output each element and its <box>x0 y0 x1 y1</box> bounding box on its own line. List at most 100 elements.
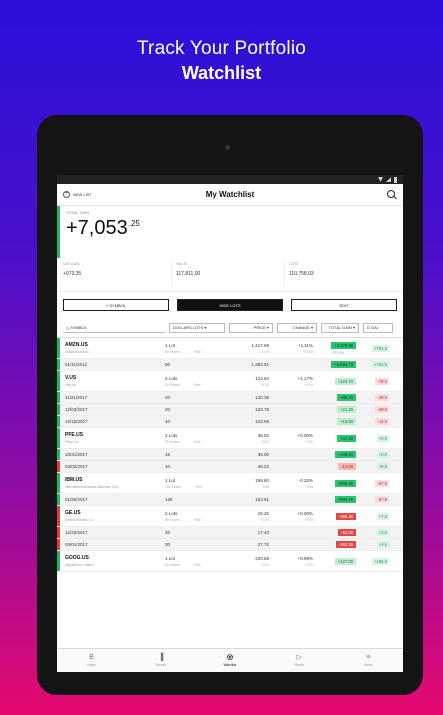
nav-item-menu[interactable]: ≡ Menu <box>334 649 403 672</box>
sort-day-gain-header[interactable]: D GAI <box>363 322 393 333</box>
edit-button[interactable]: EDIT <box>291 299 397 311</box>
shares-count: 25 Shares <box>165 439 180 444</box>
search-icon[interactable] <box>387 189 397 200</box>
nav-item-home[interactable]: B Home <box>57 649 126 672</box>
new-list-button[interactable]: + NEW LIST <box>63 191 92 198</box>
price-value: 124.64 <box>255 375 269 381</box>
shares-count: 50 Shares <box>165 382 180 387</box>
stat-cost: COST 110,758.03 <box>284 262 397 287</box>
nav-item-watchlist[interactable]: ◎ Watchlist <box>195 649 264 672</box>
camera-dot <box>225 145 230 150</box>
nav-label: Home <box>87 663 96 667</box>
day-gain-cell: -78.0 <box>359 377 389 385</box>
lot-row[interactable]: 01/11/2012 50 1,284.91 +6,638.73 +781.5 <box>57 359 403 371</box>
total-gain-wrap: -295.26 <box>335 512 356 520</box>
lot-cost: 123.78 <box>255 407 269 412</box>
lots-sub: 50 Shares Price <box>165 563 225 567</box>
total-gain-cell: +47.40 <box>317 434 359 442</box>
lots-sub: 50 Shares Price <box>165 518 225 522</box>
trend-bar <box>57 392 60 403</box>
price-value: 220.68 <box>255 555 269 561</box>
change-value: +0.99% <box>297 555 313 561</box>
ticker-symbol[interactable]: V.US <box>65 375 165 381</box>
lot-row[interactable]: 12/03/2017 20 123.78 +21.20 -29.0 <box>57 404 403 416</box>
price-value: 1,417.68 <box>251 342 269 348</box>
day-gain-value: +7.5 <box>376 512 389 520</box>
lot-gain-cell: -12.00 <box>317 463 359 470</box>
day-gain-value: -29.0 <box>375 406 389 413</box>
lot-row[interactable]: 10/31/2017 15 35.00 +109.40 +0.0 <box>57 449 403 461</box>
ticker-symbol[interactable]: GOOG.US <box>65 555 165 561</box>
status-bar <box>57 175 403 184</box>
change-sub: +2.21 <box>304 562 313 567</box>
day-gain-cell: +0.0 <box>359 434 389 442</box>
nav-item-media[interactable]: ▷ Media <box>265 649 334 672</box>
holding-row[interactable]: GE.US General Electric Co 2 Lots 50 Shares P… <box>57 506 403 527</box>
trend-bar <box>57 527 60 538</box>
lot-date: 12/03/2017 <box>65 407 88 412</box>
lot-cost: 163.91 <box>255 497 269 502</box>
lot-row[interactable]: 01/26/2017 125 163.91 +586.25 -67.5 <box>57 494 403 506</box>
sort-total-gain-header[interactable]: TOTAL GAIN ▾ <box>321 322 359 333</box>
holding-row[interactable]: V.US Visa Inc 3 Lots 50 Shares Price 124.64 +1… <box>57 371 403 392</box>
change-value: -0.32% <box>298 477 313 483</box>
lot-quantity: 20 <box>165 395 171 400</box>
total-gain-wrap: +696.25 <box>334 479 356 487</box>
ticker-symbol[interactable]: GE.US <box>65 510 165 516</box>
total-gain-cell: +696.25 <box>317 479 359 487</box>
sort-symbol-header[interactable]: △ SYMBOL <box>63 323 165 333</box>
stat-label: COST <box>289 262 299 266</box>
menu-icon: ≡ <box>366 654 371 661</box>
nav-item-sectors[interactable]: ▐ Sectors <box>126 649 195 672</box>
holding-row[interactable]: AMZN.US Amazon.com Inc 1 Lot 50 Shares Price… <box>57 338 403 359</box>
hide-lots-button[interactable]: HIDE LOTS <box>177 299 283 311</box>
lot-quantity: 125 <box>165 497 173 502</box>
stat-value: +973.35 <box>63 271 82 277</box>
lot-row[interactable]: 12/16/2017 10 122.95 +16.90 -14.5 <box>57 416 403 428</box>
total-gain-summary: TOTAL GAIN +7,053 .25 <box>57 206 403 258</box>
sort-change-header[interactable]: CHANGE ▾ <box>277 322 317 333</box>
wifi-icon <box>378 177 383 182</box>
symbol-cell: GOOG.US Alphabet Inc Class C <box>57 555 165 567</box>
battery-icon <box>394 176 397 183</box>
total-gain-chip: -295.26 <box>335 512 356 520</box>
lot-gain-chip: +21.20 <box>337 406 356 413</box>
lot-row[interactable]: 03/01/2017 30 27.72 -342.25 +4.5 <box>57 539 403 551</box>
price-cell: 16.26 +0.00 <box>225 511 273 522</box>
total-gain-whole: +7,053 <box>66 217 128 239</box>
change-cell: +1.11% +15.60 <box>273 343 317 354</box>
lots-cell: 1 Lot 125 Shares Price <box>165 478 225 489</box>
ticker-symbol[interactable]: AMZN.US <box>65 342 165 348</box>
price-caption: Price <box>193 349 201 354</box>
change-cell: +0.00% +0.00 <box>273 511 317 522</box>
signal-icon <box>386 177 391 182</box>
ticker-symbol[interactable]: IBM.US <box>65 477 165 483</box>
day-gain-cell: +155.6 <box>359 557 389 565</box>
lot-row[interactable]: 03/02/2017 10 40.22 -12.00 +0.0 <box>57 461 403 473</box>
holding-row[interactable]: IBM.US International Business Machines Co… <box>57 473 403 494</box>
lot-date: 01/26/2017 <box>65 497 88 502</box>
price-value: 168.60 <box>255 477 269 483</box>
sort-lots-header[interactable]: DOLLARS LOTS ▾ <box>169 322 225 333</box>
new-list-label: NEW LIST <box>73 192 92 197</box>
lot-row[interactable]: 12/20/2017 20 17.43 -53.00 +3.0 <box>57 527 403 539</box>
home-icon: B <box>89 654 94 661</box>
media-icon: ▷ <box>296 654 302 661</box>
lot-quantity: 10 <box>165 464 171 469</box>
day-gain-cell: +7.5 <box>359 512 389 520</box>
promo-heading: Track Your Portfolio Watchlist <box>0 38 443 84</box>
add-symbol-button[interactable]: + SYMBOL <box>63 299 169 311</box>
holding-row[interactable]: PFE.US Pfizer Inc 2 Lots 25 Shares Price 36.0… <box>57 428 403 449</box>
lots-count: 2 Lots <box>165 510 178 516</box>
lot-date: 01/11/2012 <box>65 362 88 367</box>
lot-date: 12/16/2017 <box>65 419 88 424</box>
price-sub: +1.91 <box>260 382 269 387</box>
ticker-symbol[interactable]: PFE.US <box>65 432 165 438</box>
lot-row[interactable]: 11/21/2017 20 120.38 +85.20 -29.0 <box>57 392 403 404</box>
change-value: +1.11% <box>297 342 313 348</box>
day-gain-cell: -29.0 <box>359 394 389 401</box>
holding-row[interactable]: GOOG.US Alphabet Inc Class C1 Lot 50 Share… <box>57 551 403 572</box>
symbol-cell: PFE.US Pfizer Inc <box>57 432 165 444</box>
lot-gain-cell: +85.20 <box>317 394 359 401</box>
sort-price-header[interactable]: PRICE ▾ <box>229 322 273 333</box>
